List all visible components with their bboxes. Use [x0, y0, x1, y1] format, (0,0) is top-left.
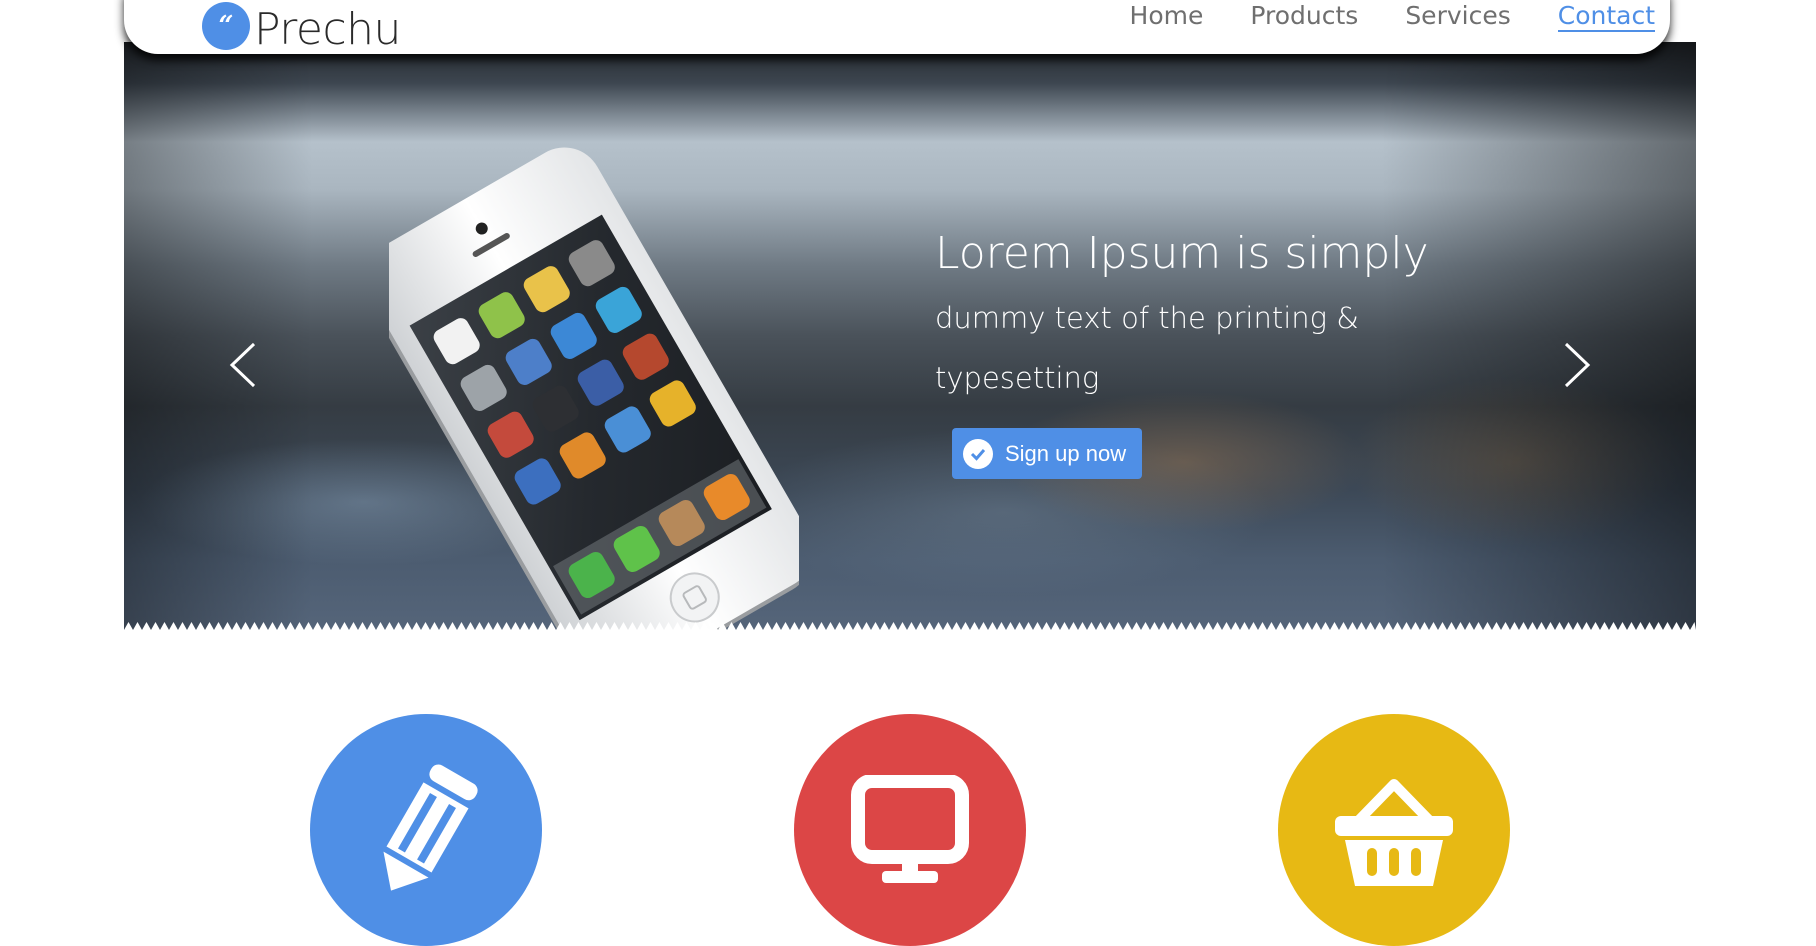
sign-up-label: Sign up now — [1005, 440, 1127, 466]
phone-image — [389, 147, 799, 630]
logo-mark-icon: “ — [202, 2, 250, 50]
sign-up-button[interactable]: Sign up now — [952, 428, 1142, 479]
logo-text: Prechu — [254, 4, 401, 55]
monitor-icon — [851, 775, 969, 883]
hero-title: Lorem Ipsum is simply — [935, 228, 1429, 279]
hero-text: Lorem Ipsum is simply dummy text of the … — [935, 226, 1429, 408]
feature-design[interactable] — [310, 714, 542, 946]
top-navbar: “ Prechu Home Products Services Contact — [124, 0, 1670, 54]
chevron-left-icon[interactable] — [224, 340, 264, 390]
check-circle-icon — [963, 438, 993, 469]
nav-link-contact[interactable]: Contact — [1557, 2, 1655, 32]
hero-slider — [124, 42, 1696, 630]
main-nav: Home Products Services Contact — [1083, 2, 1655, 32]
nav-link-services[interactable]: Services — [1405, 2, 1510, 32]
basket-icon — [1335, 779, 1453, 886]
feature-shop[interactable] — [1278, 714, 1510, 946]
hero-subtitle: dummy text of the printing & typesetting — [935, 301, 1359, 395]
nav-link-products[interactable]: Products — [1250, 2, 1358, 32]
logo[interactable]: “ Prechu — [202, 2, 401, 54]
feature-web[interactable] — [794, 714, 1026, 946]
chevron-right-icon[interactable] — [1556, 340, 1596, 390]
hero-zigzag-edge — [124, 622, 1696, 630]
nav-link-home[interactable]: Home — [1130, 2, 1204, 32]
pencil-icon — [383, 764, 478, 891]
